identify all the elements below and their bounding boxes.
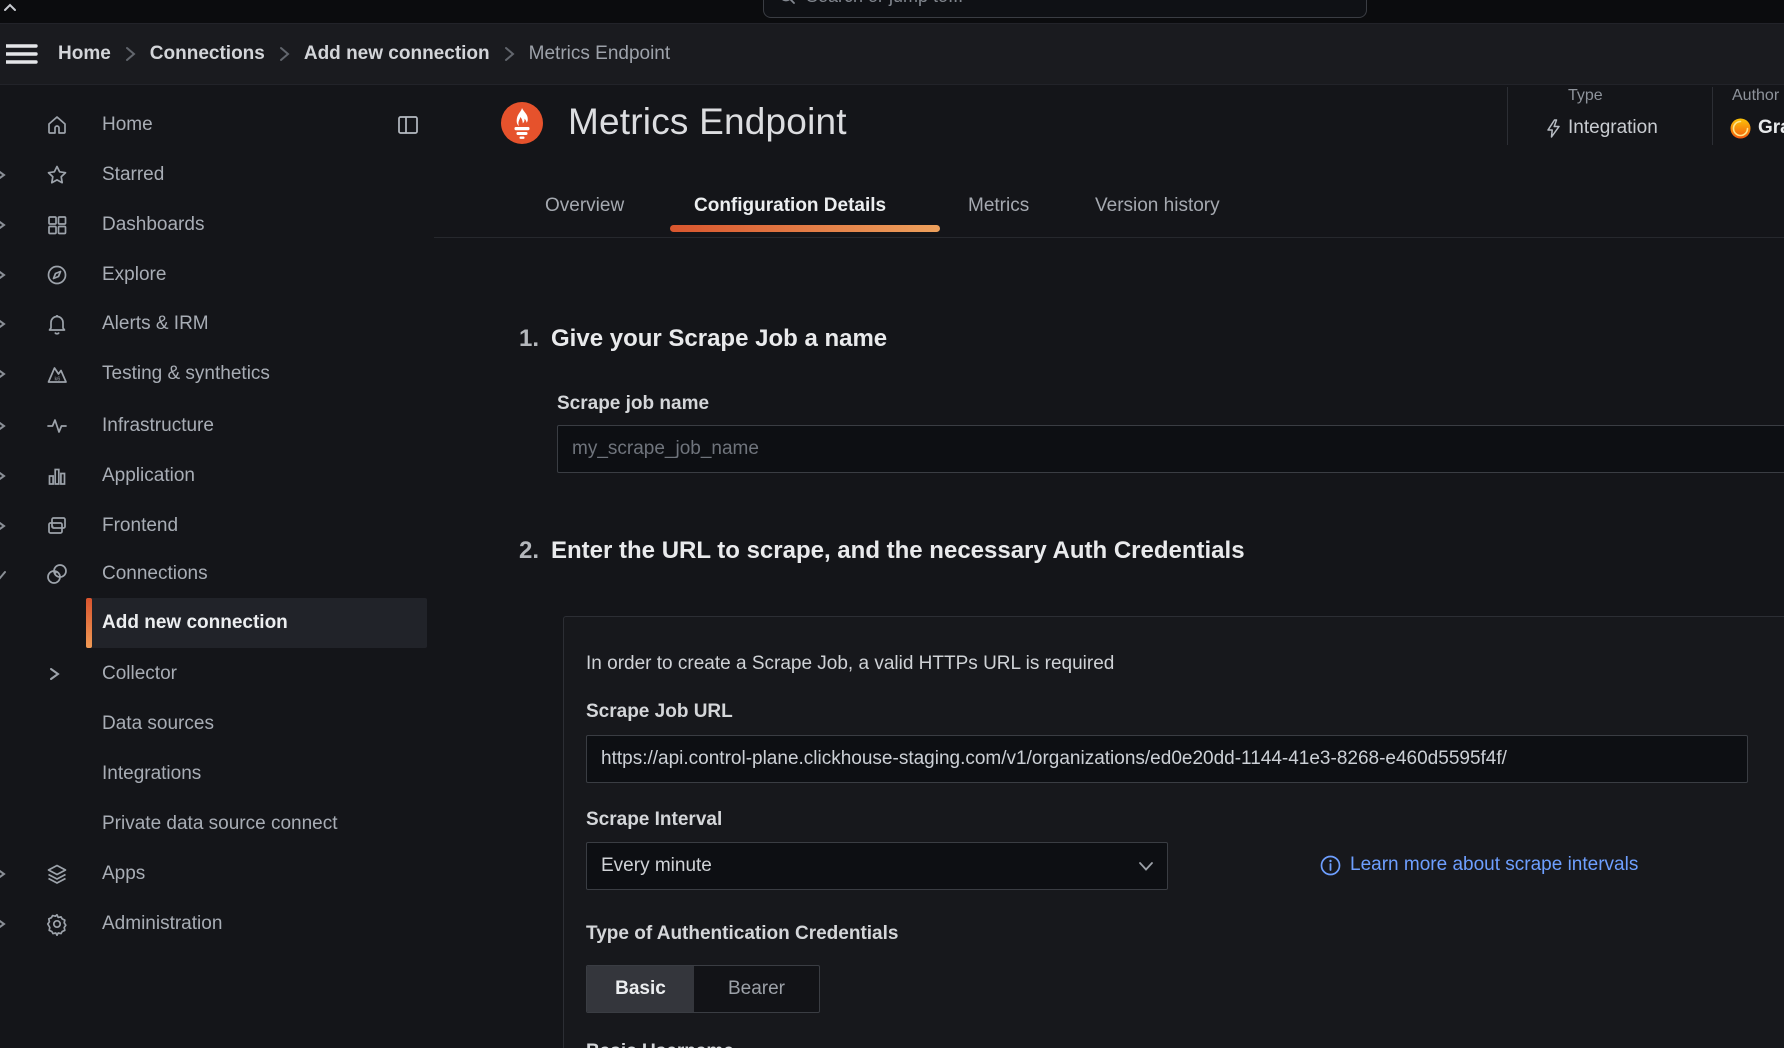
- tab-bar-border: [434, 237, 1784, 238]
- scrape-interval-label: Scrape Interval: [586, 809, 722, 831]
- scrape-job-name-input[interactable]: [557, 425, 1784, 473]
- search-input[interactable]: Search or jump to...: [763, 0, 1367, 18]
- tab-bar: Overview Configuration Details Metrics V…: [434, 181, 1784, 239]
- chevron-right-icon: [0, 367, 7, 381]
- breadcrumb-bar: Home Connections Add new connection Metr…: [0, 24, 1784, 85]
- auth-type-radio-group: Basic Bearer: [586, 965, 820, 1013]
- breadcrumb-connections[interactable]: Connections: [150, 43, 265, 65]
- breadcrumb-home[interactable]: Home: [58, 43, 111, 65]
- author-value: Grafana: [1730, 117, 1784, 139]
- auth-type-label: Type of Authentication Credentials: [586, 923, 898, 945]
- dashboards-icon: [44, 212, 70, 238]
- top-bar: Search or jump to...: [0, 0, 1784, 24]
- tab-overview[interactable]: Overview: [545, 195, 624, 217]
- step1-number: 1.: [519, 325, 539, 352]
- basic-username-label: Basic Username: [586, 1041, 734, 1048]
- breadcrumb-current-page: Metrics Endpoint: [529, 43, 671, 65]
- sidebar-item-infrastructure[interactable]: Infrastructure: [0, 404, 434, 448]
- scrape-interval-select[interactable]: Every minute: [586, 842, 1168, 890]
- auth-option-bearer[interactable]: Bearer: [694, 966, 819, 1012]
- chevron-right-icon: [0, 218, 7, 232]
- main-content: Metrics Endpoint Type Integration Author…: [434, 85, 1784, 1048]
- tab-configuration-details[interactable]: Configuration Details: [694, 195, 886, 217]
- sidebar-item-administration[interactable]: Administration: [0, 902, 434, 946]
- author-label: Author: [1732, 87, 1779, 105]
- frontend-windows-icon: [44, 513, 70, 539]
- scrape-interval-value: Every minute: [601, 855, 712, 877]
- sidebar-item-data-sources[interactable]: Data sources: [0, 702, 434, 746]
- sidebar-item-add-new-connection[interactable]: Add new connection: [86, 598, 427, 648]
- scrape-job-url-label: Scrape Job URL: [586, 701, 733, 723]
- tab-version-history[interactable]: Version history: [1095, 195, 1220, 217]
- prometheus-icon: [500, 101, 544, 145]
- scrape-config-panel: In order to create a Scrape Job, a valid…: [563, 616, 1784, 1048]
- tab-metrics[interactable]: Metrics: [968, 195, 1029, 217]
- home-icon: [44, 112, 70, 138]
- sidebar-item-frontend[interactable]: Frontend: [0, 504, 434, 548]
- chevron-right-icon: [0, 419, 7, 433]
- layers-icon: [44, 861, 70, 887]
- breadcrumb: Home Connections Add new connection Metr…: [58, 24, 670, 84]
- search-placeholder: Search or jump to...: [806, 0, 963, 7]
- bell-icon: [44, 311, 70, 337]
- connections-rings-icon: [44, 561, 70, 587]
- panel-note: In order to create a Scrape Job, a valid…: [586, 653, 1114, 675]
- sidebar-item-starred[interactable]: Starred: [0, 153, 434, 197]
- grafana-logo-icon: [1730, 118, 1751, 139]
- sidebar-item-apps[interactable]: Apps: [0, 852, 434, 896]
- step1-heading: 1.Give your Scrape Job a name: [519, 325, 887, 353]
- menu-icon[interactable]: [6, 42, 40, 66]
- chevron-down-icon: [1139, 862, 1153, 871]
- active-indicator-bar: [86, 598, 92, 648]
- bar-chart-icon: [44, 463, 70, 489]
- bolt-icon: [1546, 119, 1561, 138]
- sidebar-item-explore[interactable]: Explore: [0, 253, 434, 297]
- sidebar-item-testing-synthetics[interactable]: k6 Testing & synthetics: [0, 352, 434, 396]
- type-value: Integration: [1546, 117, 1658, 139]
- step2-number: 2.: [519, 537, 539, 564]
- chevron-down-icon: [0, 567, 7, 581]
- activity-pulse-icon: [44, 413, 70, 439]
- chevron-right-icon: [504, 46, 515, 62]
- star-icon: [44, 162, 70, 188]
- chevron-right-icon: [125, 46, 136, 62]
- chevron-right-icon: [279, 46, 290, 62]
- chevron-right-icon: [0, 268, 7, 282]
- chevron-right-icon: [0, 867, 7, 881]
- type-label: Type: [1568, 87, 1603, 105]
- search-icon: [778, 0, 796, 5]
- gear-icon: [44, 911, 70, 937]
- scrape-job-name-label: Scrape job name: [557, 393, 709, 415]
- sidebar-item-private-data-source-connect[interactable]: Private data source connect: [0, 802, 434, 846]
- sidebar-item-home[interactable]: Home: [0, 103, 434, 147]
- collapse-panel-icon[interactable]: [397, 114, 419, 136]
- scrape-intervals-learn-more-link[interactable]: Learn more about scrape intervals: [1320, 854, 1638, 876]
- sidebar-item-application[interactable]: Application: [0, 454, 434, 498]
- chevron-up-icon: [2, 0, 18, 16]
- header-divider: [1712, 87, 1713, 145]
- sidebar-item-alerts-irm[interactable]: Alerts & IRM: [0, 302, 434, 346]
- header-divider: [1507, 87, 1508, 145]
- svg-text:k6: k6: [55, 377, 61, 383]
- sidebar-nav: Home Starred Dashboards Explore Alerts &…: [0, 85, 435, 1048]
- sidebar-item-collector[interactable]: Collector: [0, 652, 434, 696]
- chevron-right-icon: [0, 917, 7, 931]
- active-tab-indicator: [670, 225, 940, 232]
- chevron-right-icon: [47, 667, 61, 681]
- info-icon: [1320, 855, 1341, 876]
- chevron-right-icon: [0, 317, 7, 331]
- auth-option-basic[interactable]: Basic: [587, 966, 694, 1012]
- sidebar-item-dashboards[interactable]: Dashboards: [0, 203, 434, 247]
- page-title: Metrics Endpoint: [568, 101, 847, 143]
- compass-icon: [44, 262, 70, 288]
- chevron-right-icon: [0, 519, 7, 533]
- step2-heading: 2.Enter the URL to scrape, and the neces…: [519, 537, 1245, 565]
- k6-mountain-icon: k6: [44, 361, 70, 387]
- sidebar-item-connections[interactable]: Connections: [0, 552, 434, 596]
- scrape-job-url-input[interactable]: [586, 735, 1748, 783]
- chevron-right-icon: [0, 168, 7, 182]
- breadcrumb-add-new-connection[interactable]: Add new connection: [304, 43, 490, 65]
- sidebar-item-integrations[interactable]: Integrations: [0, 752, 434, 796]
- chevron-right-icon: [0, 469, 7, 483]
